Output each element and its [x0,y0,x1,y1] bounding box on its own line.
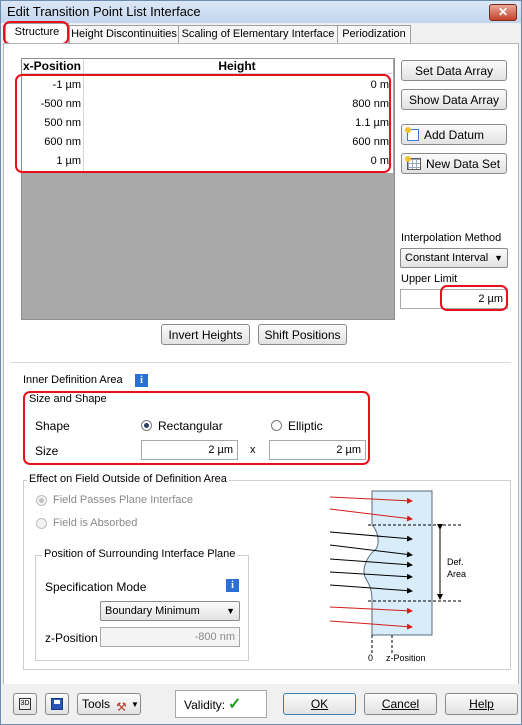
field-absorbed-label: Field is Absorbed [53,517,138,529]
ok-button[interactable]: OK [283,693,356,715]
add-datum-button[interactable]: Add Datum [401,124,507,145]
cube-icon: 3D [19,698,31,710]
shape-label: Shape [35,419,70,433]
chevron-down-icon: ▼ [494,253,503,263]
cell-x[interactable]: 500 nm [23,117,81,129]
size-x-input[interactable]: 2 µm [141,440,238,460]
tools-label: Tools [82,697,111,711]
rectangular-radio[interactable] [141,420,152,431]
cell-height[interactable]: 0 m [85,155,389,167]
cell-x[interactable]: 1 µm [23,155,81,167]
validity-label: Validity: [184,698,226,712]
z-position-input[interactable]: -800 nm [100,627,240,647]
column-header-height[interactable]: Height [85,59,389,73]
set-data-array-button[interactable]: Set Data Array [401,60,507,81]
add-datum-icon [405,127,419,141]
validity-indicator: Validity: ✓ [175,690,267,718]
field-absorbed-radio[interactable] [36,518,47,529]
window-title: Edit Transition Point List Interface [7,4,201,19]
divider [11,362,511,363]
rectangular-label: Rectangular [158,419,223,433]
close-button[interactable]: ✕ [489,4,517,21]
field-passes-radio[interactable] [36,495,47,506]
show-data-array-button[interactable]: Show Data Array [401,89,507,110]
inner-definition-title: Inner Definition Area [23,374,123,386]
spec-mode-value: Boundary Minimum [105,605,200,617]
cell-height[interactable]: 1.1 µm [85,117,389,129]
interpolation-method-value: Constant Interval [405,252,489,264]
def-area-label-1: Def. [447,557,464,567]
cell-height[interactable]: 600 nm [85,136,389,148]
new-data-set-button[interactable]: New Data Set [401,153,507,174]
shift-positions-button[interactable]: Shift Positions [258,324,347,345]
interpolation-method-label: Interpolation Method [401,232,502,244]
title-bar: Edit Transition Point List Interface ✕ [1,1,521,23]
cell-x[interactable]: -500 nm [23,98,81,110]
tab-height-discontinuities[interactable]: Height Discontinuities [69,25,179,43]
elliptic-label: Elliptic [288,419,323,433]
help-button[interactable]: Help [445,693,518,715]
save-button[interactable] [45,693,69,715]
cancel-button[interactable]: Cancel [364,693,437,715]
upper-limit-input[interactable]: 2 µm [400,289,508,309]
dialog-window: Edit Transition Point List Interface ✕ H… [0,0,522,725]
info-icon[interactable]: i [135,374,148,387]
size-times-label: x [250,444,256,456]
def-area-label-2: Area [447,569,466,579]
wrench-icon: ⚒ [116,700,127,714]
z-position-label: z-Position [45,631,98,645]
new-data-set-label: New Data Set [426,157,501,171]
floppy-disk-icon [51,698,63,710]
new-data-set-icon [405,156,421,170]
3d-view-button[interactable]: 3D [13,693,37,715]
size-label: Size [35,444,59,458]
zero-label: 0 [368,653,373,663]
tools-menu-button[interactable]: Tools ⚒ ▼ [77,693,141,715]
elliptic-radio[interactable] [271,420,282,431]
cell-x[interactable]: 600 nm [23,136,81,148]
info-icon[interactable]: i [226,579,239,592]
column-header-x[interactable]: x-Position [23,59,81,73]
z-position-axis-label: z-Position [386,653,426,663]
field-passes-label: Field Passes Plane Interface [53,494,194,506]
spec-mode-select[interactable]: Boundary Minimum ▼ [100,601,240,621]
column-divider [83,59,84,173]
size-y-input[interactable]: 2 µm [269,440,366,460]
chevron-down-icon: ▼ [131,700,139,709]
spec-mode-label: Specification Mode [45,580,147,594]
cell-x[interactable]: -1 µm [23,79,81,91]
tab-structure[interactable]: Structure [5,23,69,44]
size-and-shape-title: Size and Shape [29,393,107,405]
tab-periodization[interactable]: Periodization [337,25,411,43]
tab-scaling[interactable]: Scaling of Elementary Interface [178,25,338,43]
check-icon: ✓ [228,696,242,713]
cell-height[interactable]: 0 m [85,79,389,91]
effect-title: Effect on Field Outside of Definition Ar… [27,473,229,485]
upper-limit-label: Upper Limit [401,273,458,285]
add-datum-label: Add Datum [424,128,485,142]
position-title: Position of Surrounding Interface Plane [42,548,238,560]
chevron-down-icon: ▼ [226,606,235,616]
cell-height[interactable]: 800 nm [85,98,389,110]
interface-diagram: Def. Area 0 z-Position [329,490,466,663]
interpolation-method-select[interactable]: Constant Interval ▼ [400,248,508,268]
invert-heights-button[interactable]: Invert Heights [161,324,250,345]
